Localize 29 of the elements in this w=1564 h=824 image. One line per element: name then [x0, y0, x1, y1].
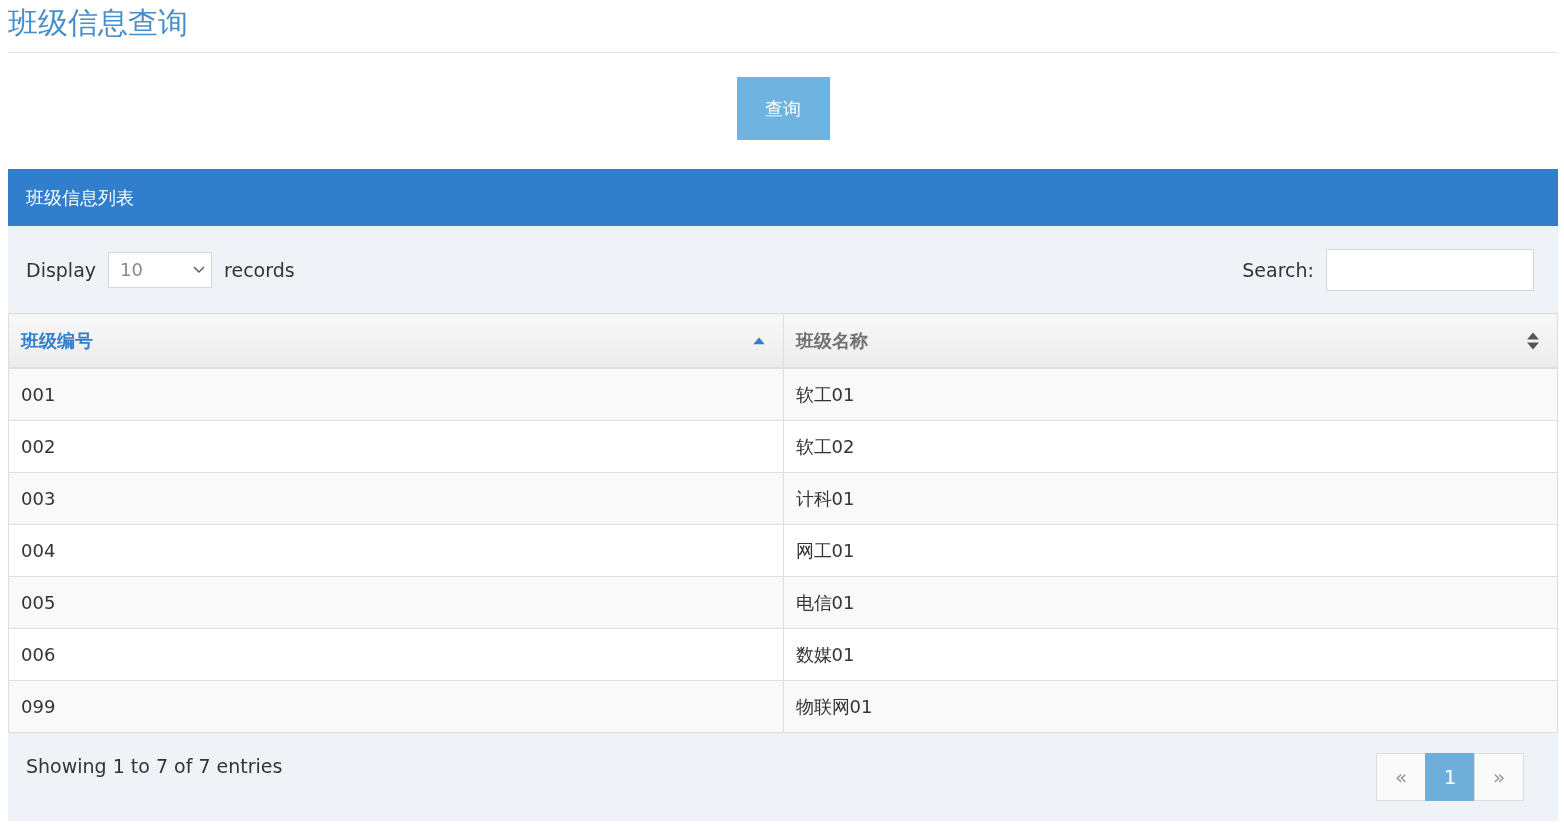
- table-cell: 004: [8, 524, 783, 577]
- table-cell: 002: [8, 420, 783, 473]
- table-cell: 数媒01: [783, 628, 1558, 681]
- query-button[interactable]: 查询: [736, 77, 830, 140]
- table-cell: 计科01: [783, 472, 1558, 525]
- page-button[interactable]: 1: [1425, 753, 1475, 801]
- table-cell: 电信01: [783, 576, 1558, 629]
- records-select[interactable]: 10: [108, 251, 213, 288]
- page-title: 班级信息查询: [8, 0, 1558, 53]
- table-cell: 001: [8, 368, 783, 421]
- table-cell: 软工01: [783, 368, 1558, 421]
- table-cell: 099: [8, 680, 783, 733]
- sort-ascending-icon: [752, 337, 765, 344]
- display-label: Display: [26, 258, 97, 281]
- panel-title: 班级信息列表: [26, 185, 134, 210]
- chevron-icon: [193, 265, 206, 274]
- search-label: Search:: [1242, 258, 1314, 281]
- entries-info: Showing 1 to 7 of 7 entries: [26, 755, 283, 777]
- table-cell: 006: [8, 628, 783, 681]
- records-label: records: [224, 258, 295, 281]
- column-header[interactable]: 班级名称: [783, 313, 1558, 368]
- table-cell: 003: [8, 472, 783, 525]
- search-field[interactable]: [1326, 248, 1534, 291]
- column-header[interactable]: 班级编号: [8, 313, 783, 368]
- table-cell: 软工02: [783, 420, 1558, 473]
- table-cell: 网工01: [783, 524, 1558, 577]
- table-cell: 物联网01: [783, 680, 1558, 733]
- sort-icon: [1527, 332, 1539, 349]
- table-cell: 005: [8, 576, 783, 629]
